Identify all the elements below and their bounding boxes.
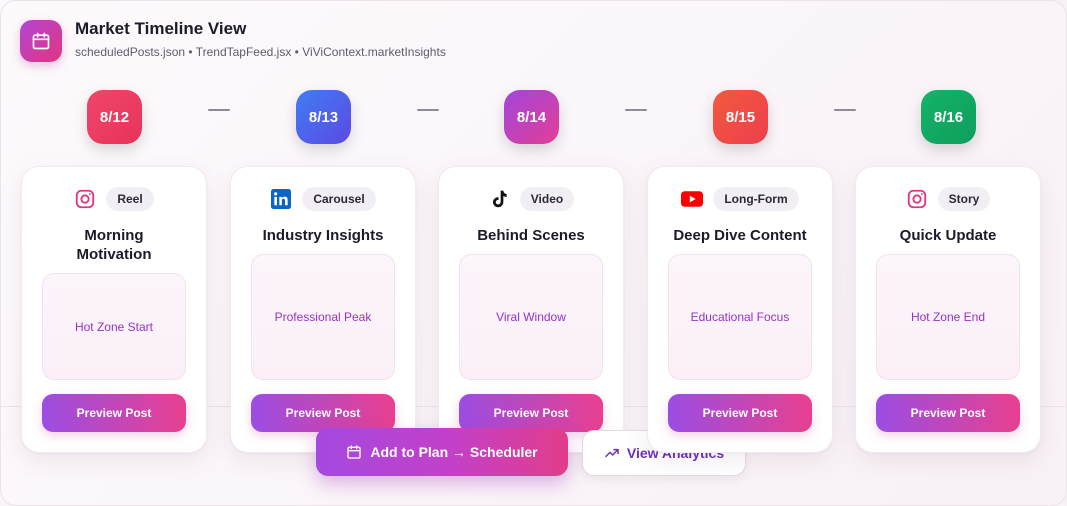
tiktok-icon: [488, 188, 510, 210]
format-badge: Story: [937, 187, 991, 211]
preview-post-button[interactable]: Preview Post: [42, 394, 186, 432]
card-title: Behind Scenes: [477, 227, 585, 244]
format-badge: Long-Form: [713, 187, 799, 211]
timeline-connector: [417, 109, 439, 111]
zone-label: Viral Window: [459, 254, 603, 380]
zone-label: Educational Focus: [668, 254, 812, 380]
post-card: Long-Form Deep Dive Content Educational …: [647, 166, 833, 453]
date-badge: 8/15: [713, 90, 768, 144]
preview-post-button[interactable]: Preview Post: [251, 394, 395, 432]
trending-up-icon: [604, 445, 620, 461]
card-title: Quick Update: [899, 227, 997, 244]
zone-label: Hot Zone End: [876, 254, 1020, 380]
linkedin-icon: [270, 188, 292, 210]
zone-label: Professional Peak: [251, 254, 395, 380]
card-title: Morning Motivation: [76, 227, 152, 263]
preview-post-button[interactable]: Preview Post: [668, 394, 812, 432]
timeline-connector: [625, 109, 647, 111]
calendar-icon: [20, 20, 62, 62]
panel-header: Market Timeline View scheduledPosts.json…: [20, 19, 446, 62]
post-card: Video Behind Scenes Viral Window Preview…: [438, 166, 624, 453]
add-to-plan-button[interactable]: Add to Plan → Scheduler: [316, 428, 568, 476]
add-to-plan-label: Add to Plan → Scheduler: [370, 444, 538, 460]
date-timeline: 8/12 8/13 8/14 8/15 8/16: [0, 90, 1067, 146]
post-card: Reel Morning Motivation Hot Zone Start P…: [21, 166, 207, 453]
preview-post-button[interactable]: Preview Post: [459, 394, 603, 432]
preview-post-button[interactable]: Preview Post: [876, 394, 1020, 432]
instagram-icon: [74, 188, 96, 210]
timeline-connector: [834, 109, 856, 111]
youtube-icon: [681, 188, 704, 210]
card-title: Deep Dive Content: [673, 227, 807, 244]
zone-label: Hot Zone Start: [42, 273, 186, 380]
calendar-icon: [346, 444, 362, 460]
date-badge: 8/14: [504, 90, 559, 144]
format-badge: Video: [519, 187, 575, 211]
date-badge: 8/13: [296, 90, 351, 144]
card-title: Industry Insights: [262, 227, 384, 244]
post-card: Story Quick Update Hot Zone End Preview …: [855, 166, 1041, 453]
date-badge: 8/12: [87, 90, 142, 144]
date-badge: 8/16: [921, 90, 976, 144]
format-badge: Carousel: [302, 187, 376, 211]
format-badge: Reel: [106, 187, 154, 211]
timeline-connector: [208, 109, 230, 111]
page-title: Market Timeline View: [75, 19, 247, 38]
page-subtitle: scheduledPosts.json • TrendTapFeed.jsx •…: [75, 45, 446, 59]
post-card: Carousel Industry Insights Professional …: [230, 166, 416, 453]
instagram-icon: [906, 188, 928, 210]
